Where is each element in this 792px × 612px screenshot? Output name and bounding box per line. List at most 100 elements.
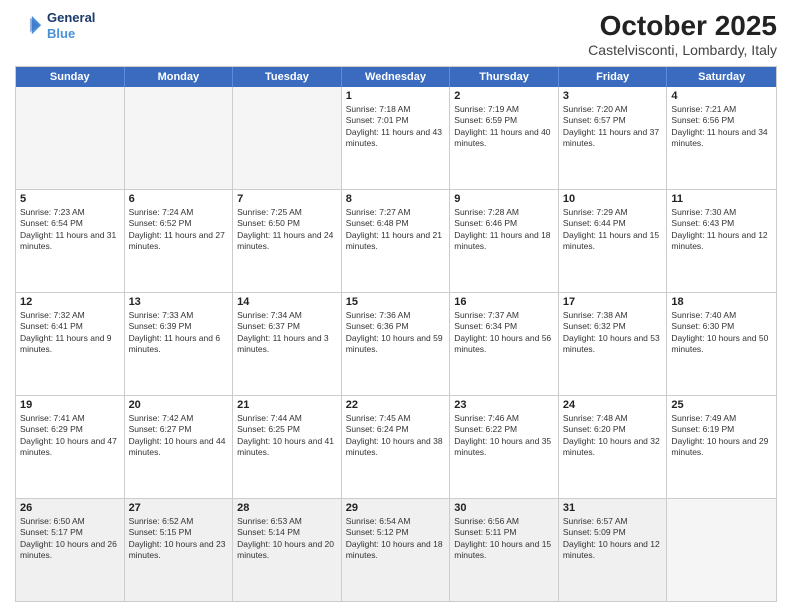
- day-info: Sunrise: 7:36 AM Sunset: 6:36 PM Dayligh…: [346, 310, 446, 356]
- calendar-row: 12 Sunrise: 7:32 AM Sunset: 6:41 PM Dayli…: [16, 292, 776, 395]
- day-number: 28: [237, 502, 337, 514]
- logo: General Blue: [15, 10, 95, 41]
- day-number: 7: [237, 193, 337, 205]
- calendar-cell: 7 Sunrise: 7:25 AM Sunset: 6:50 PM Daylig…: [233, 190, 342, 292]
- month-title: October 2025: [588, 10, 777, 42]
- day-number: 1: [346, 90, 446, 102]
- day-info: Sunrise: 7:28 AM Sunset: 6:46 PM Dayligh…: [454, 207, 554, 253]
- calendar: SundayMondayTuesdayWednesdayThursdayFrid…: [15, 66, 777, 602]
- weekday-header: Tuesday: [233, 67, 342, 87]
- day-info: Sunrise: 7:25 AM Sunset: 6:50 PM Dayligh…: [237, 207, 337, 253]
- day-number: 15: [346, 296, 446, 308]
- calendar-cell: 31 Sunrise: 6:57 AM Sunset: 5:09 PM Dayli…: [559, 499, 668, 601]
- calendar-cell: [667, 499, 776, 601]
- day-number: 14: [237, 296, 337, 308]
- calendar-cell: 24Sunrise: 7:48 AM Sunset: 6:20 PM Dayli…: [559, 396, 668, 498]
- calendar-cell: 1 Sunrise: 7:18 AM Sunset: 7:01 PM Daylig…: [342, 87, 451, 189]
- calendar-cell: 10Sunrise: 7:29 AM Sunset: 6:44 PM Dayli…: [559, 190, 668, 292]
- day-info: Sunrise: 7:42 AM Sunset: 6:27 PM Dayligh…: [129, 413, 229, 459]
- calendar-cell: 14 Sunrise: 7:34 AM Sunset: 6:37 PM Dayli…: [233, 293, 342, 395]
- calendar-row: 1 Sunrise: 7:18 AM Sunset: 7:01 PM Daylig…: [16, 87, 776, 189]
- day-number: 4: [671, 90, 772, 102]
- calendar-cell: 29 Sunrise: 6:54 AM Sunset: 5:12 PM Dayli…: [342, 499, 451, 601]
- day-info: Sunrise: 7:18 AM Sunset: 7:01 PM Dayligh…: [346, 104, 446, 150]
- day-number: 17: [563, 296, 663, 308]
- weekday-header: Sunday: [16, 67, 125, 87]
- logo-text: General Blue: [47, 10, 95, 41]
- day-info: Sunrise: 7:24 AM Sunset: 6:52 PM Dayligh…: [129, 207, 229, 253]
- weekday-header: Thursday: [450, 67, 559, 87]
- calendar-cell: 11 Sunrise: 7:30 AM Sunset: 6:43 PM Dayli…: [667, 190, 776, 292]
- day-info: Sunrise: 7:32 AM Sunset: 6:41 PM Dayligh…: [20, 310, 120, 356]
- day-info: Sunrise: 7:46 AM Sunset: 6:22 PM Dayligh…: [454, 413, 554, 459]
- day-info: Sunrise: 7:44 AM Sunset: 6:25 PM Dayligh…: [237, 413, 337, 459]
- calendar-cell: 28 Sunrise: 6:53 AM Sunset: 5:14 PM Dayli…: [233, 499, 342, 601]
- day-number: 8: [346, 193, 446, 205]
- calendar-cell: 25 Sunrise: 7:49 AM Sunset: 6:19 PM Dayli…: [667, 396, 776, 498]
- day-info: Sunrise: 7:27 AM Sunset: 6:48 PM Dayligh…: [346, 207, 446, 253]
- calendar-cell: 19 Sunrise: 7:41 AM Sunset: 6:29 PM Dayli…: [16, 396, 125, 498]
- calendar-cell: 18Sunrise: 7:40 AM Sunset: 6:30 PM Dayli…: [667, 293, 776, 395]
- weekday-header: Wednesday: [342, 67, 451, 87]
- calendar-cell: 2 Sunrise: 7:19 AM Sunset: 6:59 PM Daylig…: [450, 87, 559, 189]
- calendar-cell: 17Sunrise: 7:38 AM Sunset: 6:32 PM Dayli…: [559, 293, 668, 395]
- day-info: Sunrise: 6:53 AM Sunset: 5:14 PM Dayligh…: [237, 516, 337, 562]
- day-info: Sunrise: 7:21 AM Sunset: 6:56 PM Dayligh…: [671, 104, 772, 150]
- weekday-header: Monday: [125, 67, 234, 87]
- day-info: Sunrise: 7:34 AM Sunset: 6:37 PM Dayligh…: [237, 310, 337, 356]
- calendar-cell: 15 Sunrise: 7:36 AM Sunset: 6:36 PM Dayli…: [342, 293, 451, 395]
- day-info: Sunrise: 7:49 AM Sunset: 6:19 PM Dayligh…: [671, 413, 772, 459]
- day-info: Sunrise: 7:30 AM Sunset: 6:43 PM Dayligh…: [671, 207, 772, 253]
- calendar-cell: 12 Sunrise: 7:32 AM Sunset: 6:41 PM Dayli…: [16, 293, 125, 395]
- calendar-row: 5Sunrise: 7:23 AM Sunset: 6:54 PM Daylig…: [16, 189, 776, 292]
- day-number: 31: [563, 502, 663, 514]
- calendar-cell: 27Sunrise: 6:52 AM Sunset: 5:15 PM Dayli…: [125, 499, 234, 601]
- day-number: 27: [129, 502, 229, 514]
- day-info: Sunrise: 7:40 AM Sunset: 6:30 PM Dayligh…: [671, 310, 772, 356]
- day-info: Sunrise: 7:45 AM Sunset: 6:24 PM Dayligh…: [346, 413, 446, 459]
- header: General Blue October 2025 Castelvisconti…: [15, 10, 777, 58]
- calendar-cell: 5Sunrise: 7:23 AM Sunset: 6:54 PM Daylig…: [16, 190, 125, 292]
- calendar-cell: 26Sunrise: 6:50 AM Sunset: 5:17 PM Dayli…: [16, 499, 125, 601]
- calendar-cell: 22 Sunrise: 7:45 AM Sunset: 6:24 PM Dayli…: [342, 396, 451, 498]
- calendar-cell: 9 Sunrise: 7:28 AM Sunset: 6:46 PM Daylig…: [450, 190, 559, 292]
- calendar-cell: 21 Sunrise: 7:44 AM Sunset: 6:25 PM Dayli…: [233, 396, 342, 498]
- day-info: Sunrise: 6:54 AM Sunset: 5:12 PM Dayligh…: [346, 516, 446, 562]
- day-info: Sunrise: 7:41 AM Sunset: 6:29 PM Dayligh…: [20, 413, 120, 459]
- day-number: 29: [346, 502, 446, 514]
- day-number: 20: [129, 399, 229, 411]
- day-number: 21: [237, 399, 337, 411]
- day-info: Sunrise: 7:19 AM Sunset: 6:59 PM Dayligh…: [454, 104, 554, 150]
- day-info: Sunrise: 7:37 AM Sunset: 6:34 PM Dayligh…: [454, 310, 554, 356]
- calendar-cell: 16 Sunrise: 7:37 AM Sunset: 6:34 PM Dayli…: [450, 293, 559, 395]
- day-number: 3: [563, 90, 663, 102]
- day-number: 2: [454, 90, 554, 102]
- weekday-header: Friday: [559, 67, 668, 87]
- day-number: 6: [129, 193, 229, 205]
- day-number: 19: [20, 399, 120, 411]
- day-number: 12: [20, 296, 120, 308]
- day-info: Sunrise: 6:50 AM Sunset: 5:17 PM Dayligh…: [20, 516, 120, 562]
- day-number: 22: [346, 399, 446, 411]
- calendar-row: 26Sunrise: 6:50 AM Sunset: 5:17 PM Dayli…: [16, 498, 776, 601]
- calendar-cell: 20 Sunrise: 7:42 AM Sunset: 6:27 PM Dayli…: [125, 396, 234, 498]
- day-info: Sunrise: 6:56 AM Sunset: 5:11 PM Dayligh…: [454, 516, 554, 562]
- location: Castelvisconti, Lombardy, Italy: [588, 42, 777, 58]
- calendar-cell: 8 Sunrise: 7:27 AM Sunset: 6:48 PM Daylig…: [342, 190, 451, 292]
- day-info: Sunrise: 6:57 AM Sunset: 5:09 PM Dayligh…: [563, 516, 663, 562]
- calendar-cell: 3 Sunrise: 7:20 AM Sunset: 6:57 PM Daylig…: [559, 87, 668, 189]
- day-number: 25: [671, 399, 772, 411]
- day-info: Sunrise: 7:23 AM Sunset: 6:54 PM Dayligh…: [20, 207, 120, 253]
- day-info: Sunrise: 7:29 AM Sunset: 6:44 PM Dayligh…: [563, 207, 663, 253]
- title-block: October 2025 Castelvisconti, Lombardy, I…: [588, 10, 777, 58]
- day-number: 24: [563, 399, 663, 411]
- logo-icon: [15, 12, 43, 40]
- calendar-cell: [233, 87, 342, 189]
- day-info: Sunrise: 7:20 AM Sunset: 6:57 PM Dayligh…: [563, 104, 663, 150]
- day-number: 30: [454, 502, 554, 514]
- page: General Blue October 2025 Castelvisconti…: [0, 0, 792, 612]
- day-number: 9: [454, 193, 554, 205]
- day-number: 11: [671, 193, 772, 205]
- calendar-cell: 30 Sunrise: 6:56 AM Sunset: 5:11 PM Dayli…: [450, 499, 559, 601]
- day-number: 16: [454, 296, 554, 308]
